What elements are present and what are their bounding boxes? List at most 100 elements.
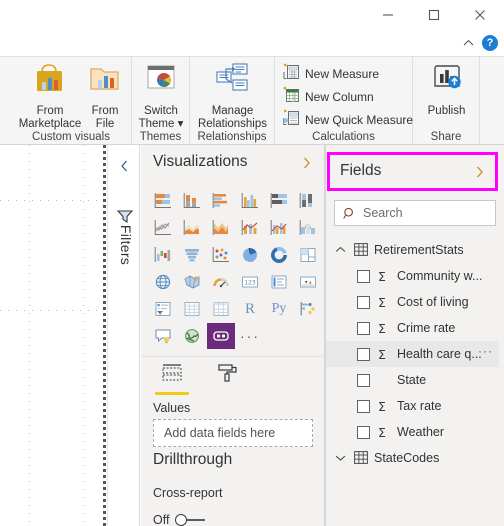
visual-type-gallery: 123 R Py ··· (149, 188, 321, 349)
field-checkbox[interactable] (357, 269, 370, 283)
visual-qna[interactable] (149, 323, 177, 349)
visual-treemap-chart[interactable] (294, 242, 322, 268)
fields-table-StateCodes[interactable]: StateCodes (326, 445, 504, 471)
tab-format[interactable] (209, 363, 247, 395)
new-quick-measure-button[interactable]: New Quick Measure (283, 109, 413, 131)
field-row-hovered[interactable]: Σ Health care q... ··· (326, 341, 504, 367)
visual-area-chart[interactable] (178, 215, 206, 241)
fields-pane: Fields Search RetirementStats Σ Communit… (326, 145, 504, 526)
chevron-down-icon[interactable] (334, 452, 346, 464)
switch-theme-button[interactable]: Switch Theme ▾ (134, 60, 188, 131)
ribbon-group-calculations: New Measure New Column New Quick Measure… (275, 57, 413, 145)
new-column-button[interactable]: New Column (283, 86, 374, 108)
field-row[interactable]: Σ Crime rate (326, 315, 504, 341)
visual-custom-selected[interactable] (207, 323, 235, 349)
fields-expand-chevron-right-icon[interactable] (472, 165, 486, 179)
visual-slicer[interactable] (149, 296, 177, 322)
new-measure-button[interactable]: New Measure (283, 63, 379, 85)
power-bi-desktop-window: ? From Marketplace From File Custom visu… (0, 0, 504, 526)
field-checkbox[interactable] (357, 373, 370, 387)
field-row[interactable]: Σ Community w... (326, 263, 504, 289)
tab-fields-well[interactable] (153, 363, 191, 395)
visual-line-and-stacked-column-chart[interactable] (236, 215, 264, 241)
field-checkbox[interactable] (357, 399, 370, 413)
new-quick-measure-icon (283, 109, 300, 131)
visual-donut-chart[interactable] (265, 242, 293, 268)
visualizations-expand-chevron-right-icon[interactable] (299, 156, 313, 170)
sigma-aggregate-icon: Σ (378, 424, 386, 440)
cross-report-toggle-row[interactable]: Off (153, 513, 206, 526)
add-data-fields-well[interactable]: Add data fields here (153, 419, 313, 447)
visual-gauge[interactable] (207, 269, 235, 295)
fields-table-RetirementStats[interactable]: RetirementStats (326, 237, 504, 263)
visual-clustered-column-chart[interactable] (236, 188, 264, 214)
collapse-ribbon-chevron-up-icon[interactable] (460, 36, 476, 50)
visual-funnel-chart[interactable] (178, 242, 206, 268)
field-checkbox[interactable] (357, 347, 370, 361)
manage-relationships-button[interactable]: Manage Relationships (192, 60, 273, 131)
visual-card[interactable]: 123 (236, 269, 264, 295)
visual-pie-chart[interactable] (236, 242, 264, 268)
close-button[interactable] (457, 0, 502, 30)
expand-filters-chevron-left-icon[interactable] (116, 158, 132, 174)
field-checkbox[interactable] (357, 425, 370, 439)
fields-pane-scrollbar[interactable] (499, 145, 504, 526)
visual-matrix[interactable] (207, 296, 235, 322)
manage-relationships-label: Manage Relationships (197, 105, 268, 130)
visual-multi-row-card[interactable] (265, 269, 293, 295)
visual-clustered-bar-chart[interactable] (207, 188, 235, 214)
ribbon-group-themes: Switch Theme ▾ Themes (132, 57, 190, 145)
field-checkbox[interactable] (357, 321, 370, 335)
field-row[interactable]: Σ Tax rate (326, 393, 504, 419)
visual-r-script[interactable]: R (236, 296, 264, 322)
sigma-aggregate-icon: Σ (378, 320, 386, 336)
visual-map[interactable] (149, 269, 177, 295)
visual-waterfall-chart[interactable] (149, 242, 177, 268)
visual-line-chart[interactable] (149, 215, 177, 241)
field-label: Crime rate (397, 321, 456, 335)
visual-stacked-column-chart[interactable] (178, 188, 206, 214)
sigma-aggregate-icon: Σ (378, 294, 386, 310)
field-row[interactable]: State (326, 367, 504, 393)
sigma-aggregate-icon: Σ (378, 346, 386, 362)
visual-more-options[interactable]: ··· (236, 323, 264, 349)
ribbon-group-relationships-label: Relationships (197, 131, 267, 143)
visual-stacked-bar-chart[interactable] (149, 188, 177, 214)
new-column-label: New Column (305, 90, 374, 104)
visual-table[interactable] (178, 296, 206, 322)
maximize-button[interactable] (411, 0, 456, 30)
visual-line-and-clustered-column-chart[interactable] (265, 215, 293, 241)
table-name: RetirementStats (374, 243, 464, 257)
field-row[interactable]: Σ Weather (326, 419, 504, 445)
visual-100-stacked-bar-chart[interactable] (265, 188, 293, 214)
visual-scatter-chart[interactable] (207, 242, 235, 268)
fields-search-box[interactable]: Search (334, 200, 496, 226)
from-file-button[interactable]: From File (81, 60, 129, 131)
field-label: Tax rate (397, 399, 442, 413)
field-row[interactable]: Σ Cost of living (326, 289, 504, 315)
minimize-button[interactable] (365, 0, 410, 30)
visual-100-stacked-column-chart[interactable] (294, 188, 322, 214)
field-label: Weather (397, 425, 445, 439)
visual-kpi[interactable] (294, 269, 322, 295)
ribbon: From Marketplace From File Custom visual… (0, 56, 504, 145)
switch-theme-label: Switch Theme ▾ (138, 105, 184, 130)
filters-pane-collapsed[interactable]: Filters (107, 145, 140, 526)
publish-button[interactable]: Publish (417, 60, 476, 118)
visual-ribbon-chart[interactable] (294, 215, 322, 241)
search-input[interactable]: Search (363, 206, 403, 220)
visual-arcgis-maps[interactable] (178, 323, 206, 349)
fields-title: Fields (340, 162, 382, 179)
cross-report-toggle-switch[interactable] (175, 514, 206, 526)
help-icon[interactable]: ? (482, 35, 498, 51)
visual-filled-map[interactable] (178, 269, 206, 295)
visual-key-influencers[interactable] (294, 296, 322, 322)
visual-python-script[interactable]: Py (265, 296, 293, 322)
from-marketplace-button[interactable]: From Marketplace (19, 60, 81, 131)
visual-stacked-area-chart[interactable] (207, 215, 235, 241)
chevron-up-icon[interactable] (334, 244, 346, 256)
report-canvas[interactable] (0, 145, 104, 526)
field-more-options-icon[interactable]: ··· (478, 344, 493, 358)
field-checkbox[interactable] (357, 295, 370, 309)
field-label: Health care q... (397, 347, 482, 361)
